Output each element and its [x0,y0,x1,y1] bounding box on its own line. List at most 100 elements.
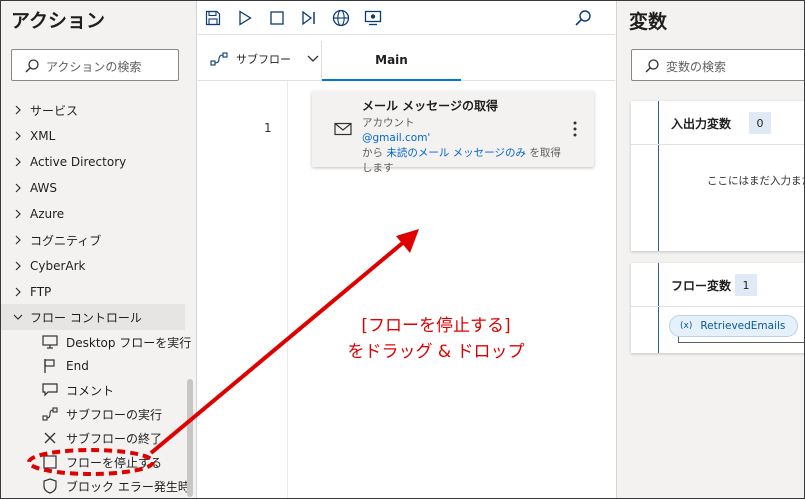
flow-tabs: サブフロー Main [198,41,615,81]
desc-account: @gmail.com' [362,132,431,144]
step-title: メール メッセージの取得 [362,99,498,113]
category-cyberark[interactable]: CyberArk [13,255,86,277]
line-number-gutter: 1 [198,81,288,498]
io-variables-section: 入出力変数 0 ここにはまだ入力また [631,101,805,251]
action-comment[interactable]: コメント [41,379,114,401]
more-options-icon[interactable] [568,119,582,139]
flow-step-get-email[interactable]: メール メッセージの取得 アカウント @gmail.com' から 未読のメール … [312,91,594,174]
category-label: コグニティブ [30,233,102,248]
chevron-down-icon [307,55,319,62]
action-end[interactable]: End [41,355,89,377]
end-flag-icon [41,357,59,375]
action-label: コメント [66,383,115,398]
designer-toolbar [198,1,615,35]
search-icon [25,59,39,73]
comment-icon [41,381,59,399]
flow-variables-count: 1 [735,274,757,296]
action-label: フローを停止する [66,455,163,470]
stop-icon[interactable] [267,8,287,28]
variable-search-placeholder: 変数の検索 [666,60,727,74]
category-azure[interactable]: Azure [13,203,64,225]
search-icon [645,59,659,73]
io-variables-count: 0 [749,112,771,134]
subflow-dropdown[interactable]: サブフロー [210,51,319,67]
category-label: FTP [30,285,52,299]
category-label: サービス [30,103,79,118]
annotation-line-1: [フローを停止する] [361,316,511,336]
chevron-down-icon [13,314,23,320]
chevron-right-icon [15,235,21,245]
chevron-right-icon [15,157,21,167]
action-label: ブロック エラー発生時 [66,479,190,494]
play-icon[interactable] [235,8,255,28]
save-icon[interactable] [203,8,223,28]
step-icon[interactable] [299,8,319,28]
desc-link: 未読のメール メッセージのみ [386,147,526,159]
flow-designer: サブフロー Main 1 メール メッセージの取得 アカウント @gmail.co… [198,1,615,498]
category-flow-control[interactable]: フロー コントロール [1,304,185,330]
step-description: アカウント@gmail.com' から 未読のメール メッセージのみ を取得しま… [362,116,562,176]
category-label: AWS [30,181,58,195]
chevron-right-icon [15,131,21,141]
line-number: 1 [264,121,272,135]
action-stop-flow[interactable]: フローを停止する [41,451,162,473]
desktop-recorder-icon[interactable] [363,8,383,28]
search-icon[interactable] [573,8,593,28]
variable-pill-retrieved-emails[interactable]: (x) RetrievedEmails [669,315,799,337]
desc-mid: から [362,147,383,159]
desktop-flow-icon [41,333,59,351]
actions-scrollbar[interactable] [187,379,193,497]
chevron-right-icon [15,105,21,115]
variables-panel-title: 変数 [629,11,668,33]
category-label: Azure [30,207,65,221]
category-xml[interactable]: XML [13,125,55,147]
action-run-desktop-flow[interactable]: Desktop フローを実行 [41,331,191,353]
action-label: サブフローの終了 [66,431,163,446]
app-window: アクション アクションの検索 サービス XML Active Directory… [0,0,805,499]
action-exit-subflow[interactable]: サブフローの終了 [41,427,162,449]
flow-variables-section: フロー変数 1 (x) RetrievedEmails [631,263,804,353]
category-label: Active Directory [30,155,127,169]
category-active-directory[interactable]: Active Directory [13,151,126,173]
action-label: Desktop フローを実行 [66,335,192,350]
variable-search-input[interactable]: 変数の検索 [631,49,804,81]
actions-panel: アクション アクションの検索 サービス XML Active Directory… [1,1,197,498]
category-cognitive[interactable]: コグニティブ [13,229,101,251]
category-label: XML [30,129,56,143]
shield-icon [41,477,59,495]
mail-icon [334,122,352,136]
flow-variables-title: フロー変数 [671,279,732,293]
category-aws[interactable]: AWS [13,177,57,199]
action-search-placeholder: アクションの検索 [46,60,142,74]
action-on-block-error[interactable]: ブロック エラー発生時 [41,475,190,497]
action-label: サブフローの実行 [66,407,163,422]
variable-icon: (x) [680,321,693,331]
category-label: フロー コントロール [30,310,142,325]
category-services[interactable]: サービス [13,99,78,121]
tab-main[interactable]: Main [322,41,461,81]
subflow-icon [210,52,228,66]
category-label: CyberArk [30,259,86,273]
close-icon [41,429,59,447]
web-recorder-icon[interactable] [331,8,351,28]
variable-name: RetrievedEmails [700,320,786,332]
chevron-right-icon [15,209,21,219]
action-label: End [66,359,89,373]
category-ftp[interactable]: FTP [13,281,51,303]
chevron-right-icon [15,287,21,297]
actions-panel-title: アクション [11,10,106,32]
subflow-label: サブフロー [236,53,291,66]
variables-panel: 変数 変数の検索 入出力変数 0 ここにはまだ入力また フロー変数 1 (x) … [616,1,805,498]
chevron-right-icon [15,183,21,193]
desc-prefix: アカウント [362,117,415,129]
stop-square-icon [41,453,59,471]
annotation-text: [フローを停止する] をドラッグ & ドロップ [331,313,541,365]
flow-variables-header[interactable]: フロー変数 1 [631,263,804,307]
action-run-subflow[interactable]: サブフローの実行 [41,403,162,425]
io-variables-empty-text: ここにはまだ入力また [707,175,805,187]
action-search-input[interactable]: アクションの検索 [11,49,179,81]
chevron-right-icon [15,261,21,271]
io-variables-title: 入出力変数 [671,117,732,131]
annotation-line-2: をドラッグ & ドロップ [347,342,525,362]
io-variables-header[interactable]: 入出力変数 0 [631,101,804,145]
